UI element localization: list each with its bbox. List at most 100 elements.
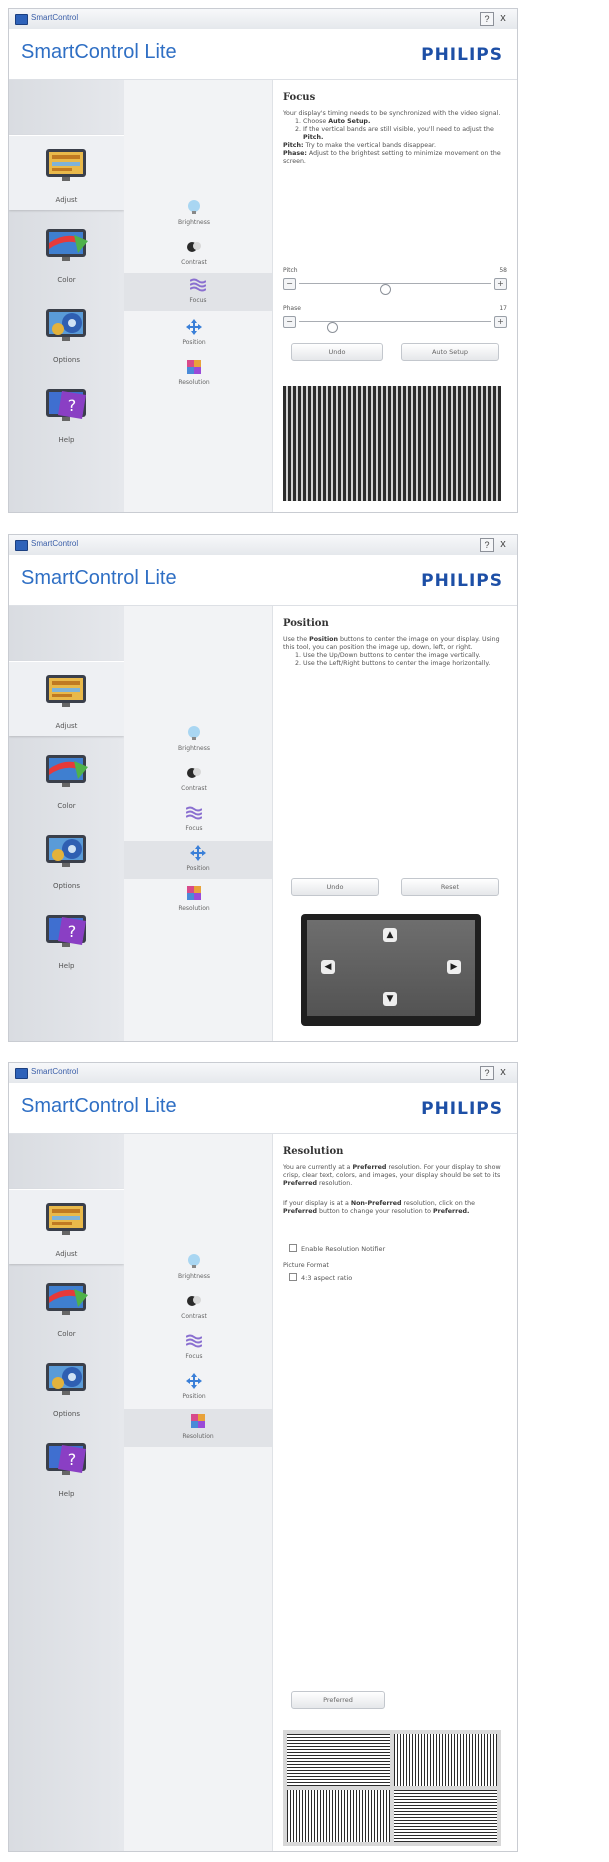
phase-thumb[interactable] [326,322,338,333]
sub-label-contrast: Contrast [181,785,207,792]
preferred-button[interactable]: Preferred [291,1691,385,1709]
undo-button[interactable]: Undo [291,343,383,361]
nav-item-help[interactable]: ? Help [9,901,124,976]
nav-label-color: Color [57,276,76,284]
nav-item-color[interactable]: Color [9,215,124,290]
checkbox-box[interactable] [289,1273,297,1281]
main-nav: Adjust Color Options ? Help [9,606,124,1041]
sub-label-position: Position [186,865,210,872]
nav-item-options[interactable]: Options [9,295,124,370]
nav-item-adjust[interactable]: Adjust [9,135,124,210]
sub-label-focus: Focus [185,825,203,832]
nav-label-options: Options [52,1410,80,1418]
sub-item-resolution[interactable]: Resolution [164,355,224,393]
monitor-app-icon [15,14,28,25]
product-name: SmartControl Lite [21,567,177,589]
sub-item-brightness[interactable]: Brightness [164,721,224,759]
resolution-content: Resolution You are currently at a Prefer… [272,1134,517,1851]
auto-setup-button[interactable]: Auto Setup [401,343,499,361]
arrow-down-button[interactable]: ▼ [383,992,397,1006]
options-gear-icon [46,309,86,341]
sub-label-resolution: Resolution [178,905,210,912]
sub-item-position[interactable]: Position [124,841,272,879]
pitch-thumb[interactable] [380,284,392,295]
sub-item-brightness[interactable]: Brightness [164,1249,224,1287]
pitch-track[interactable] [299,283,491,295]
nav-item-help[interactable]: ? Help [9,1429,124,1504]
sub-item-contrast[interactable]: Contrast [164,1289,224,1327]
position-monitor-preview: ▲ ▼ ◀ ▶ [301,914,481,1026]
sub-item-focus[interactable]: Focus [164,801,224,839]
sub-item-brightness[interactable]: Brightness [164,195,224,233]
phase-minus-button[interactable]: − [283,316,296,328]
sub-label-position: Position [182,339,206,346]
sub-label-brightness: Brightness [178,219,210,226]
nav-item-help[interactable]: ? Help [9,375,124,450]
philips-logo: PHILIPS [421,1099,503,1119]
sub-item-contrast[interactable]: Contrast [164,235,224,273]
help-button[interactable]: ? [480,1066,494,1080]
sub-label-contrast: Contrast [181,1313,207,1320]
close-button[interactable]: x [497,12,509,24]
phase-track[interactable] [299,321,491,333]
resolution-icon [187,886,201,900]
arrow-right-button[interactable]: ▶ [447,960,461,974]
sub-item-resolution[interactable]: Resolution [124,1409,272,1447]
title-bar: SmartControl ? x [9,1063,517,1084]
pattern-horizontal-lines [287,1734,390,1786]
sub-item-contrast[interactable]: Contrast [164,761,224,799]
page-title: Position [283,618,329,629]
pitch-plus-button[interactable]: + [494,278,507,290]
sub-label-resolution: Resolution [182,1433,214,1440]
close-button[interactable]: x [497,538,509,550]
arrow-left-button[interactable]: ◀ [321,960,335,974]
arrow-up-button[interactable]: ▲ [383,928,397,942]
page-title: Focus [283,92,316,103]
nav-item-options[interactable]: Options [9,1349,124,1424]
smartcontrol-window-focus: SmartControl ? x SmartControl Lite PHILI… [8,8,518,513]
reset-button[interactable]: Reset [401,878,499,896]
help-button[interactable]: ? [480,12,494,26]
nav-item-adjust[interactable]: Adjust [9,1189,124,1264]
nav-label-color: Color [57,1330,76,1338]
enable-notifier-checkbox[interactable]: Enable Resolution Notifier [289,1244,385,1253]
pattern-vertical-lines [287,1790,390,1842]
phase-slider[interactable]: − + [283,316,507,333]
help-button[interactable]: ? [480,538,494,552]
nav-item-color[interactable]: Color [9,1269,124,1344]
options-gear-icon [46,1363,86,1395]
nav-item-options[interactable]: Options [9,821,124,896]
product-name: SmartControl Lite [21,1095,177,1117]
nav-item-adjust[interactable]: Adjust [9,661,124,736]
pitch-slider[interactable]: − + [283,278,507,295]
monitor-app-icon [15,540,28,551]
sub-item-resolution[interactable]: Resolution [164,881,224,919]
aspect-ratio-checkbox[interactable]: 4:3 aspect ratio [289,1273,352,1282]
contrast-icon [187,1296,201,1306]
pitch-minus-button[interactable]: − [283,278,296,290]
pitch-label: Pitch [283,267,298,274]
contrast-icon [187,768,201,778]
sub-item-position[interactable]: Position [164,1369,224,1407]
nav-item-color[interactable]: Color [9,741,124,816]
close-button[interactable]: x [497,1066,509,1078]
resolution-info-2: If your display is at a Non-Preferred re… [283,1200,476,1215]
undo-button[interactable]: Undo [291,878,379,896]
sub-item-focus[interactable]: Focus [124,273,272,311]
brightness-icon [188,200,200,214]
pitch-help: Pitch: Try to make the vertical bands di… [283,142,436,149]
window-title: SmartControl [31,13,79,22]
phase-value: 17 [499,305,507,312]
pattern-vertical-lines [394,1734,497,1786]
nav-label-options: Options [52,356,80,364]
checkbox-box[interactable] [289,1244,297,1252]
sub-label-contrast: Contrast [181,259,207,266]
page-title: Resolution [283,1146,344,1157]
phase-plus-button[interactable]: + [494,316,507,328]
nav-label-help: Help [58,1490,75,1498]
picture-format-label: Picture Format [283,1262,329,1269]
sub-item-position[interactable]: Position [164,315,224,353]
sub-label-resolution: Resolution [178,379,210,386]
sub-item-focus[interactable]: Focus [164,1329,224,1367]
phase-label: Phase [283,305,301,312]
